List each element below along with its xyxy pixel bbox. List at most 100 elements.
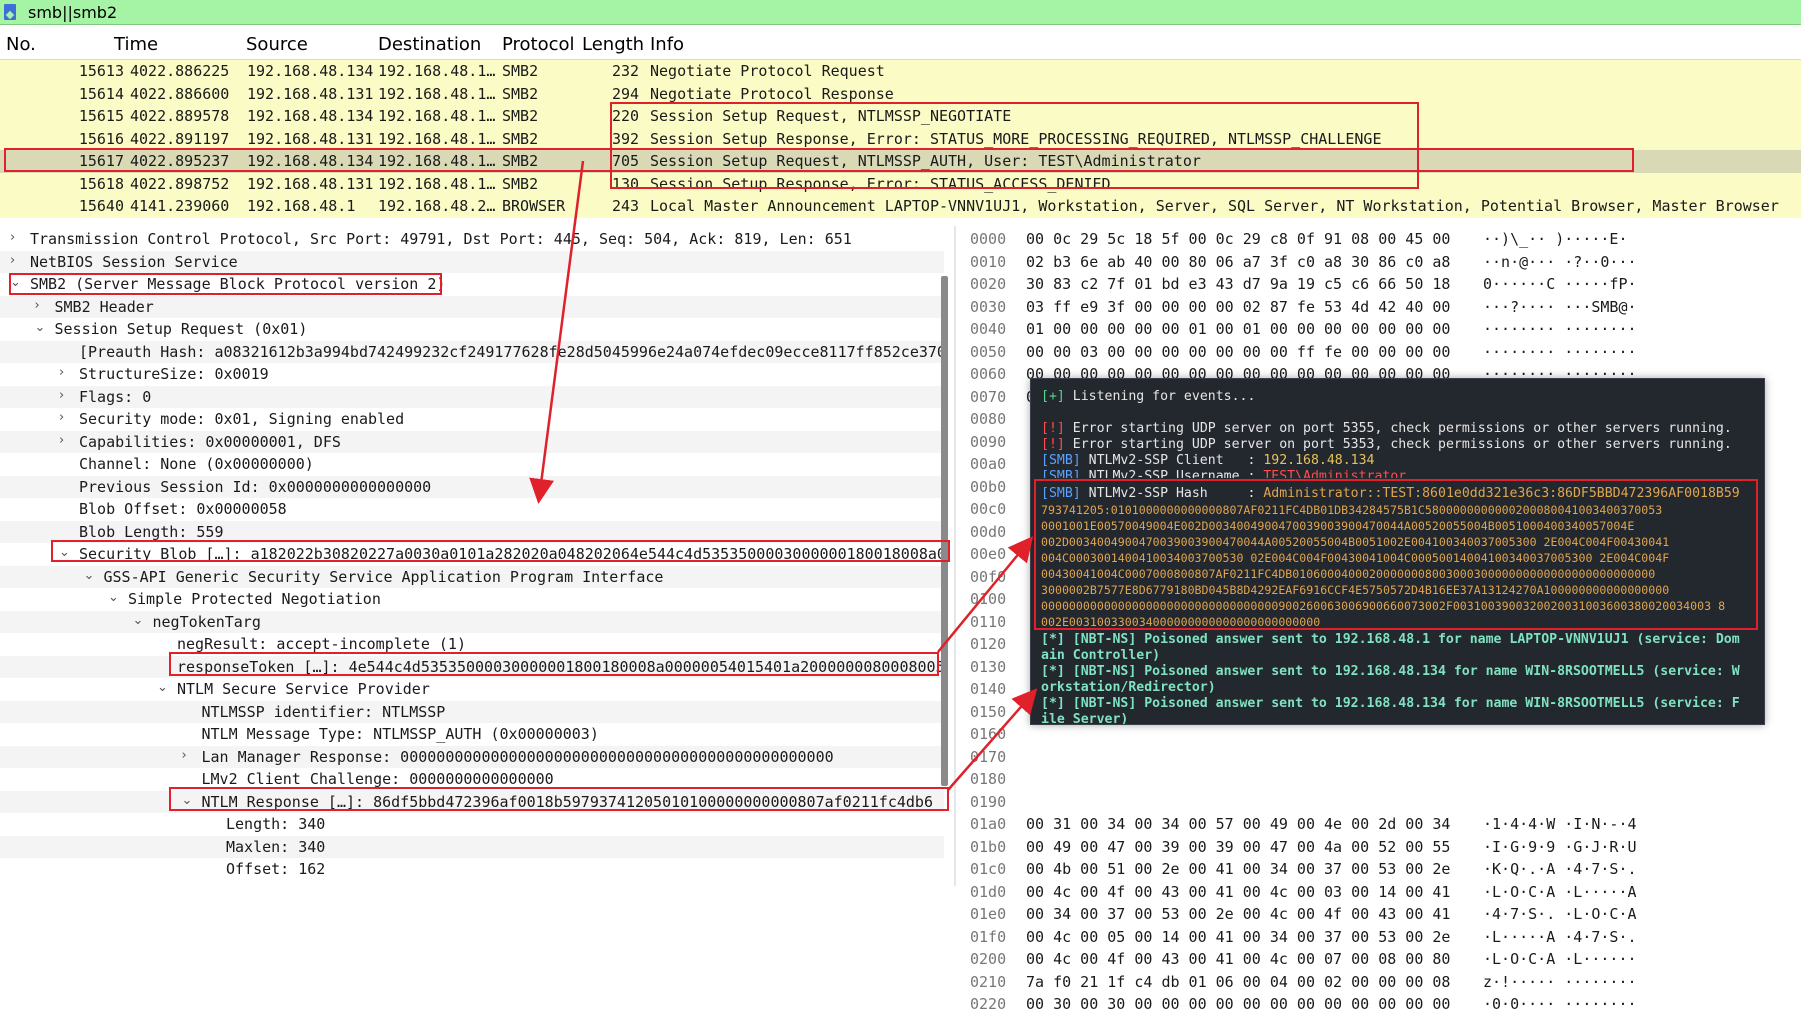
detail-tree-item[interactable]: ⌄ GSS-API Generic Security Service Applic…: [0, 565, 944, 588]
detail-tree-item[interactable]: ⌄ Session Setup Request (0x01): [0, 318, 944, 341]
detail-tree-item[interactable]: ⌄ Simple Protected Negotiation: [0, 588, 944, 611]
packet-info: Local Master Announcement LAPTOP-VNNV1UJ…: [650, 197, 1779, 215]
bytes-offset: 0210: [970, 972, 1007, 991]
packet-protocol: SMB2: [502, 62, 539, 80]
chevron-right-icon[interactable]: ›: [182, 748, 187, 763]
detail-tree-item[interactable]: Blob Length: 559: [0, 520, 944, 543]
detail-tree-item[interactable]: ⌄ SMB2 (Server Message Block Protocol ver…: [0, 273, 944, 296]
col-length[interactable]: Length: [582, 34, 644, 55]
detail-tree-item[interactable]: Maxlen: 340: [0, 835, 944, 858]
bytes-offset: 0060: [970, 365, 1007, 383]
col-info[interactable]: Info: [650, 34, 684, 55]
detail-text: Channel: None (0x00000000): [79, 455, 314, 473]
bytes-ascii: ·4·7·S·. ·L·O·C·A: [1483, 905, 1637, 923]
chevron-down-icon[interactable]: ⌄: [84, 568, 95, 583]
bytes-offset: 0090: [970, 432, 1007, 451]
packet-source: 192.168.48.131: [247, 174, 374, 193]
bytes-offset: 01b0: [970, 837, 1007, 856]
bytes-ascii: ·L·O·C·A ·L······: [1483, 950, 1637, 968]
detail-tree-item[interactable]: ⌄ negTokenTarg: [0, 610, 944, 633]
detail-tree-item[interactable]: negResult: accept-incomplete (1): [0, 633, 944, 656]
col-destination[interactable]: Destination: [378, 34, 481, 55]
detail-tree-item[interactable]: Blob Offset: 0x00000058: [0, 498, 944, 521]
packet-row[interactable]: 15615 4022.889578 192.168.48.134 192.168.48…: [0, 105, 1801, 128]
term-line-listening: [+] Listening for events...: [1041, 389, 1256, 404]
pane-divider[interactable]: [954, 226, 956, 886]
detail-tree-item[interactable]: Length: 340: [0, 813, 944, 836]
detail-tree-item[interactable]: ⌄ NTLM Response […]: 86df5bbd472396af0018…: [0, 790, 944, 813]
packet-row[interactable]: 15618 4022.898752 192.168.48.131 192.168.48…: [0, 172, 1801, 195]
display-filter-bar[interactable]: smb||smb2: [0, 0, 1801, 25]
bytes-offset: 01a0: [970, 815, 1007, 833]
packet-row[interactable]: 15617 4022.895237 192.168.48.134 192.168.48…: [0, 150, 1801, 173]
chevron-right-icon[interactable]: ›: [59, 388, 64, 403]
bytes-hex: 01 00 00 00 00 00 01 00 01 00 00 00 00 0…: [1026, 320, 1451, 338]
term-hash-line: 002E003100330034000000000000000000000000: [1041, 615, 1321, 629]
packet-row[interactable]: 15616 4022.891197 192.168.48.131 192.168.48…: [0, 127, 1801, 150]
detail-tree-item[interactable]: [Preauth Hash: a08321612b3a994bd74249923…: [0, 340, 944, 363]
detail-tree-item[interactable]: responseToken […]: 4e544c4d5353500003000…: [0, 655, 944, 678]
bytes-offset: 0120: [970, 635, 1007, 653]
packet-protocol: SMB2: [502, 174, 539, 193]
packet-source: 192.168.48.131: [247, 129, 374, 148]
col-protocol[interactable]: Protocol: [502, 34, 575, 55]
chevron-down-icon[interactable]: ⌄: [157, 680, 168, 695]
bytes-offset: 0030: [970, 297, 1007, 316]
detail-tree-item[interactable]: › SMB2 Header: [0, 295, 944, 318]
chevron-down-icon[interactable]: ⌄: [133, 613, 144, 628]
col-no[interactable]: No.: [6, 34, 36, 55]
packet-time: 4022.898752: [130, 174, 230, 193]
detail-tree-item[interactable]: LMv2 Client Challenge: 0000000000000000: [0, 768, 944, 791]
display-filter-input[interactable]: smb||smb2: [28, 3, 117, 22]
chevron-right-icon[interactable]: ›: [10, 253, 15, 268]
chevron-down-icon[interactable]: ⌄: [10, 275, 21, 290]
bytes-offset: 01c0: [970, 860, 1007, 878]
detail-tree-item[interactable]: NTLM Message Type: NTLMSSP_AUTH (0x00000…: [0, 723, 944, 746]
packet-details-pane[interactable]: › Transmission Control Protocol, Src Port…: [0, 226, 955, 886]
chevron-down-icon[interactable]: ⌄: [108, 590, 119, 605]
detail-tree-item[interactable]: › Capabilities: 0x00000001, DFS: [0, 430, 944, 453]
bytes-ascii: ········ ········: [1483, 342, 1637, 361]
packet-row[interactable]: 15640 4141.239060 192.168.48.1 192.168.48.2…: [0, 195, 1801, 218]
detail-tree-item[interactable]: › NetBIOS Session Service: [0, 250, 944, 273]
bytes-hex: 7a f0 21 1f c4 db 01 06 00 04 00 02 00 0…: [1026, 972, 1451, 991]
detail-text: StructureSize: 0x0019: [79, 365, 269, 383]
bookmark-icon[interactable]: [4, 4, 16, 20]
col-source[interactable]: Source: [246, 34, 308, 55]
bytes-offset: 00a0: [970, 455, 1007, 473]
details-scrollbar[interactable]: [941, 276, 948, 786]
bytes-offset: 00c0: [970, 500, 1007, 518]
chevron-right-icon[interactable]: ›: [59, 410, 64, 425]
packet-destination: 192.168.48.1…: [378, 129, 496, 148]
detail-text: Length: 340: [226, 815, 326, 833]
detail-tree-item[interactable]: ⌄ NTLM Secure Service Provider: [0, 678, 944, 701]
chevron-right-icon[interactable]: ›: [35, 298, 40, 313]
bytes-offset: 0100: [970, 590, 1007, 608]
chevron-right-icon[interactable]: ›: [10, 230, 15, 245]
chevron-right-icon[interactable]: ›: [59, 433, 64, 448]
detail-tree-item[interactable]: › StructureSize: 0x0019: [0, 363, 944, 386]
detail-tree-item[interactable]: › Transmission Control Protocol, Src Port…: [0, 228, 944, 251]
detail-text: LMv2 Client Challenge: 0000000000000000: [201, 770, 554, 788]
chevron-down-icon[interactable]: ⌄: [182, 793, 193, 808]
detail-tree-item[interactable]: ⌄ Security Blob […]: a182022b30820227a003…: [0, 543, 944, 566]
detail-tree-item[interactable]: › Flags: 0: [0, 385, 944, 408]
chevron-down-icon[interactable]: ⌄: [35, 320, 46, 335]
packet-protocol: SMB2: [502, 129, 539, 148]
detail-tree-item[interactable]: › Security mode: 0x01, Signing enabled: [0, 408, 944, 431]
detail-tree-item[interactable]: NTLMSSP identifier: NTLMSSP: [0, 700, 944, 723]
bytes-ascii: z·!····· ········: [1483, 972, 1637, 991]
detail-tree-item[interactable]: Offset: 162: [0, 858, 944, 881]
chevron-down-icon[interactable]: ⌄: [59, 545, 70, 560]
detail-tree-item[interactable]: Channel: None (0x00000000): [0, 453, 944, 476]
detail-tree-item[interactable]: Previous Session Id: 0x0000000000000000: [0, 475, 944, 498]
packet-destination: 192.168.48.1…: [378, 107, 496, 125]
detail-tree-item[interactable]: › Lan Manager Response: 00000000000000000…: [0, 745, 944, 768]
packet-row[interactable]: 15614 4022.886600 192.168.48.131 192.168.48…: [0, 82, 1801, 105]
chevron-right-icon[interactable]: ›: [59, 365, 64, 380]
col-time[interactable]: Time: [114, 34, 158, 55]
packet-row[interactable]: 15613 4022.886225 192.168.48.134 192.168.48…: [0, 60, 1801, 83]
bytes-offset: 0050: [970, 342, 1007, 361]
detail-text: Simple Protected Negotiation: [128, 590, 381, 608]
packet-list[interactable]: No. Time Source Destination Protocol Len…: [0, 29, 1801, 218]
